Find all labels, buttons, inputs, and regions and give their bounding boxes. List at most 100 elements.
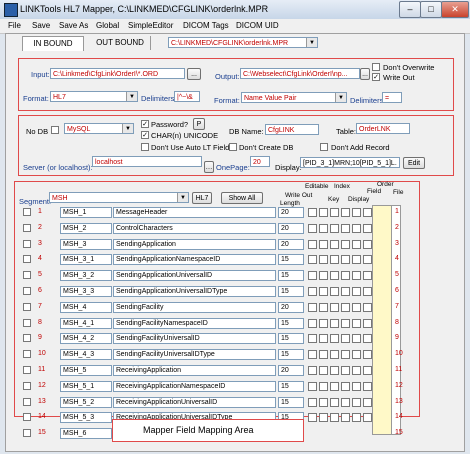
write-out-checkbox[interactable] [308, 271, 317, 280]
show-all-button[interactable]: Show All [221, 192, 263, 204]
server-browse-button[interactable]: … [204, 161, 214, 173]
row-select-checkbox[interactable] [23, 382, 31, 390]
menu-global[interactable]: Global [96, 21, 119, 30]
write-out-checkbox[interactable] [308, 303, 317, 312]
editable-checkbox[interactable] [319, 350, 328, 359]
output-delim-field[interactable]: = [382, 92, 402, 103]
write-out-checkbox[interactable] [308, 208, 317, 217]
field-description-cell[interactable]: ControlCharacters [113, 223, 276, 234]
display-checkbox[interactable] [352, 303, 361, 312]
row-select-checkbox[interactable] [23, 429, 31, 437]
editable-checkbox[interactable] [319, 334, 328, 343]
field-length-cell[interactable]: 20 [278, 365, 304, 376]
write-out-checkbox[interactable] [308, 224, 317, 233]
field-checkbox[interactable] [363, 255, 372, 264]
password-button[interactable]: P [193, 118, 205, 130]
write-out-checkbox[interactable] [308, 366, 317, 375]
row-select-checkbox[interactable] [23, 334, 31, 342]
field-checkbox[interactable] [363, 366, 372, 375]
field-name-cell[interactable]: MSH_3_1 [60, 254, 112, 265]
field-name-cell[interactable]: MSH_5_3 [60, 412, 112, 423]
dont-create-db-checkbox[interactable] [229, 143, 237, 151]
display-field[interactable]: [PID_3_1]MRN;10[PID_5_1]L. [300, 157, 400, 168]
field-checkbox[interactable] [363, 303, 372, 312]
row-select-checkbox[interactable] [23, 240, 31, 248]
key-checkbox[interactable] [341, 208, 350, 217]
menu-file[interactable]: File [8, 21, 21, 30]
field-length-cell[interactable]: 20 [278, 223, 304, 234]
display-checkbox[interactable] [352, 382, 361, 391]
display-checkbox[interactable] [352, 413, 361, 422]
key-checkbox[interactable] [341, 366, 350, 375]
segment-select[interactable]: MSH ▼ [49, 192, 189, 203]
row-select-checkbox[interactable] [23, 413, 31, 421]
editable-checkbox[interactable] [319, 319, 328, 328]
editable-checkbox[interactable] [319, 382, 328, 391]
row-select-checkbox[interactable] [23, 303, 31, 311]
chevron-down-icon[interactable]: ▼ [126, 92, 137, 101]
output-format-select[interactable]: Name Value Pair ▼ [241, 92, 347, 103]
key-checkbox[interactable] [341, 398, 350, 407]
write-out-checkbox[interactable] [308, 334, 317, 343]
field-checkbox[interactable] [363, 271, 372, 280]
key-checkbox[interactable] [341, 334, 350, 343]
field-description-cell[interactable]: SendingApplicationNamespaceID [113, 254, 276, 265]
row-select-checkbox[interactable] [23, 398, 31, 406]
index-checkbox[interactable] [330, 398, 339, 407]
field-checkbox[interactable] [363, 240, 372, 249]
display-checkbox[interactable] [352, 334, 361, 343]
editable-checkbox[interactable] [319, 303, 328, 312]
password-checkbox[interactable]: ✓ [141, 120, 149, 128]
server-field[interactable]: localhost [92, 156, 202, 167]
mapper-file-path[interactable]: C:\LINKMED\CFGLINK\orderlnk.MPR ▼ [168, 37, 318, 48]
write-out-checkbox[interactable] [308, 319, 317, 328]
write-out-checkbox[interactable] [308, 350, 317, 359]
write-out-checkbox[interactable] [308, 382, 317, 391]
field-name-cell[interactable]: MSH_5_2 [60, 397, 112, 408]
field-length-cell[interactable]: 15 [278, 381, 304, 392]
field-name-cell[interactable]: MSH_2 [60, 223, 112, 234]
key-checkbox[interactable] [341, 382, 350, 391]
editable-checkbox[interactable] [319, 398, 328, 407]
field-length-cell[interactable]: 15 [278, 286, 304, 297]
index-checkbox[interactable] [330, 366, 339, 375]
display-checkbox[interactable] [352, 287, 361, 296]
input-browse-button[interactable]: ... [187, 68, 201, 80]
field-checkbox[interactable] [363, 287, 372, 296]
field-description-cell[interactable]: SendingApplicationUniversalID [113, 270, 276, 281]
field-checkbox[interactable] [363, 382, 372, 391]
display-checkbox[interactable] [352, 398, 361, 407]
field-description-cell[interactable]: SendingFacilityNamespaceID [113, 318, 276, 329]
field-description-cell[interactable]: SendingFacility [113, 302, 276, 313]
field-checkbox[interactable] [363, 319, 372, 328]
editable-checkbox[interactable] [319, 271, 328, 280]
editable-checkbox[interactable] [319, 240, 328, 249]
tab-inbound[interactable]: IN BOUND [22, 36, 84, 51]
write-out-checkbox[interactable] [308, 255, 317, 264]
write-out-checkbox[interactable] [308, 240, 317, 249]
field-name-cell[interactable]: MSH_5_1 [60, 381, 112, 392]
index-checkbox[interactable] [330, 303, 339, 312]
display-checkbox[interactable] [352, 240, 361, 249]
index-checkbox[interactable] [330, 224, 339, 233]
char-unicode-checkbox[interactable]: ✓ [141, 131, 149, 139]
row-select-checkbox[interactable] [23, 224, 31, 232]
field-checkbox[interactable] [363, 224, 372, 233]
row-select-checkbox[interactable] [23, 366, 31, 374]
display-checkbox[interactable] [352, 224, 361, 233]
editable-checkbox[interactable] [319, 287, 328, 296]
index-checkbox[interactable] [330, 319, 339, 328]
field-description-cell[interactable]: SendingFacilityUniversalIDType [113, 349, 276, 360]
field-name-cell[interactable]: MSH_4_2 [60, 333, 112, 344]
field-description-cell[interactable]: SendingApplication [113, 239, 276, 250]
close-button[interactable]: ✕ [441, 1, 469, 18]
field-checkbox[interactable] [363, 208, 372, 217]
editable-checkbox[interactable] [319, 366, 328, 375]
display-checkbox[interactable] [352, 319, 361, 328]
row-select-checkbox[interactable] [23, 255, 31, 263]
field-description-cell[interactable]: MessageHeader [113, 207, 276, 218]
menu-dicom-uid[interactable]: DICOM UID [236, 21, 279, 30]
field-length-cell[interactable]: 15 [278, 349, 304, 360]
input-path-field[interactable]: C:\Linkmed\CfgLink\OrderI\*.ORD [50, 68, 185, 79]
display-checkbox[interactable] [352, 271, 361, 280]
